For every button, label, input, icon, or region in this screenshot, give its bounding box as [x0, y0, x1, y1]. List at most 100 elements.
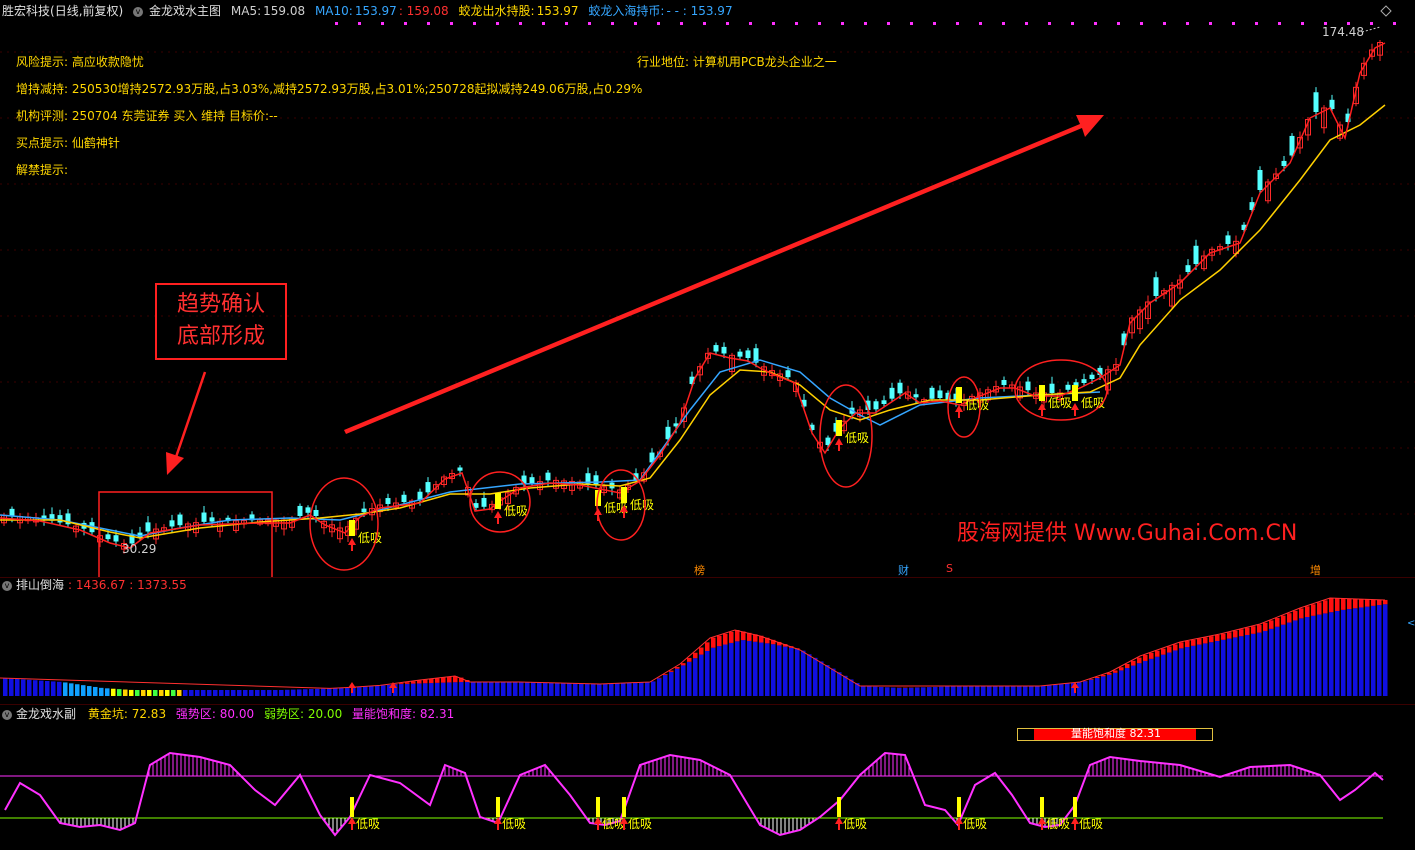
energy-bar: [459, 682, 464, 696]
energy-bar: [831, 668, 836, 696]
energy-bar-red: [1119, 667, 1124, 671]
energy-bar: [621, 683, 626, 696]
low-buy-bar: [956, 387, 962, 403]
energy-bar: [285, 689, 290, 696]
energy-bar: [591, 683, 596, 696]
energy-bar: [1383, 604, 1388, 696]
energy-bar-red: [681, 663, 686, 666]
sub1-bar-chart[interactable]: <: [0, 578, 1415, 704]
energy-bar: [993, 686, 998, 696]
energy-bar: [531, 682, 536, 696]
energy-bar-red: [711, 637, 716, 648]
candle-body-down: [9, 508, 15, 516]
energy-bar: [969, 686, 974, 696]
energy-bar: [315, 688, 320, 696]
energy-bar-red: [1281, 615, 1286, 625]
marker-zeng[interactable]: 增: [1310, 562, 1321, 578]
low-buy-bar: [836, 420, 842, 436]
energy-bar: [159, 690, 164, 696]
energy-bar: [801, 650, 806, 696]
candle-body-down: [593, 475, 599, 486]
candle-body-down: [873, 401, 879, 410]
energy-bar-red: [1203, 637, 1208, 644]
energy-bar-red: [1335, 598, 1340, 611]
top-dot: [1117, 22, 1120, 25]
energy-bar: [747, 640, 752, 696]
energy-bar-red: [1113, 670, 1118, 673]
sub2-low-buy-label: 低吸: [1046, 817, 1070, 831]
energy-bar: [381, 685, 386, 696]
low-buy-label: 低吸: [1048, 396, 1072, 410]
energy-bar-red: [699, 647, 704, 655]
candle-body-down: [1081, 379, 1087, 383]
energy-bar: [693, 658, 698, 696]
candle-body-down: [929, 387, 935, 399]
candle-body-down: [913, 394, 919, 398]
energy-bar: [429, 683, 434, 696]
energy-bar-red: [1269, 620, 1274, 629]
candle-body-down: [201, 512, 207, 522]
energy-bar: [759, 642, 764, 696]
top-dot: [1232, 22, 1235, 25]
energy-bar: [411, 683, 416, 696]
energy-bar: [477, 682, 482, 696]
top-dot: [1048, 22, 1051, 25]
marker-s[interactable]: S: [946, 562, 953, 575]
energy-bar: [483, 682, 488, 696]
energy-bar: [1233, 637, 1238, 696]
energy-bar: [681, 665, 686, 696]
candle-body-down: [937, 390, 943, 398]
low-buy-arrow: [1038, 403, 1046, 416]
oscillator-line: [4, 751, 1384, 837]
energy-bar: [147, 690, 152, 696]
energy-bar-red: [411, 681, 416, 684]
energy-bar: [1023, 686, 1028, 696]
energy-bar: [1143, 660, 1148, 696]
top-dot: [1071, 22, 1074, 25]
marker-cai[interactable]: 财: [898, 562, 909, 578]
energy-bar: [39, 680, 44, 696]
energy-bar: [405, 683, 410, 696]
energy-bar: [1269, 628, 1274, 696]
candle-body-down: [145, 522, 151, 532]
energy-bar: [717, 646, 722, 696]
energy-bar: [57, 681, 62, 696]
low-buy-bar: [495, 493, 501, 509]
low-buy-bar: [349, 520, 355, 536]
energy-bar: [489, 682, 494, 696]
energy-bar: [333, 688, 338, 696]
energy-bar: [1167, 652, 1172, 696]
energy-bar: [141, 690, 146, 696]
energy-bar-red: [441, 677, 446, 683]
energy-bar: [1095, 678, 1100, 696]
sub2-oscillator-chart[interactable]: 低吸 低吸 低吸 低吸 低吸 低吸 低吸 低吸: [0, 705, 1415, 850]
sub2-up-arrow: [955, 817, 963, 830]
candle-body-down: [745, 350, 751, 358]
energy-bar: [261, 690, 266, 696]
energy-bar: [1353, 608, 1358, 696]
energy-bar: [369, 686, 374, 696]
energy-bar: [999, 686, 1004, 696]
energy-bar: [669, 671, 674, 696]
energy-bar: [507, 682, 512, 696]
candle-body-down: [1065, 384, 1071, 390]
marker-bang[interactable]: 榜: [694, 562, 705, 578]
energy-bar: [363, 686, 368, 696]
energy-bar: [951, 686, 956, 696]
energy-bar: [1047, 685, 1052, 696]
energy-bar: [1083, 681, 1088, 696]
energy-bar: [1221, 639, 1226, 696]
energy-bar: [867, 686, 872, 696]
energy-bar: [1125, 668, 1130, 696]
energy-bar: [195, 690, 200, 696]
sub2-up-arrow: [1071, 817, 1079, 830]
sub2-low-buy-bar: [1073, 797, 1077, 817]
energy-bar-red: [405, 682, 410, 684]
energy-bar: [1245, 635, 1250, 696]
energy-bar-red: [1353, 598, 1358, 609]
energy-bar: [1257, 632, 1262, 696]
energy-bar: [243, 690, 248, 696]
sub2-up-arrow: [835, 817, 843, 830]
energy-bar: [471, 682, 476, 696]
energy-bar: [837, 672, 842, 696]
